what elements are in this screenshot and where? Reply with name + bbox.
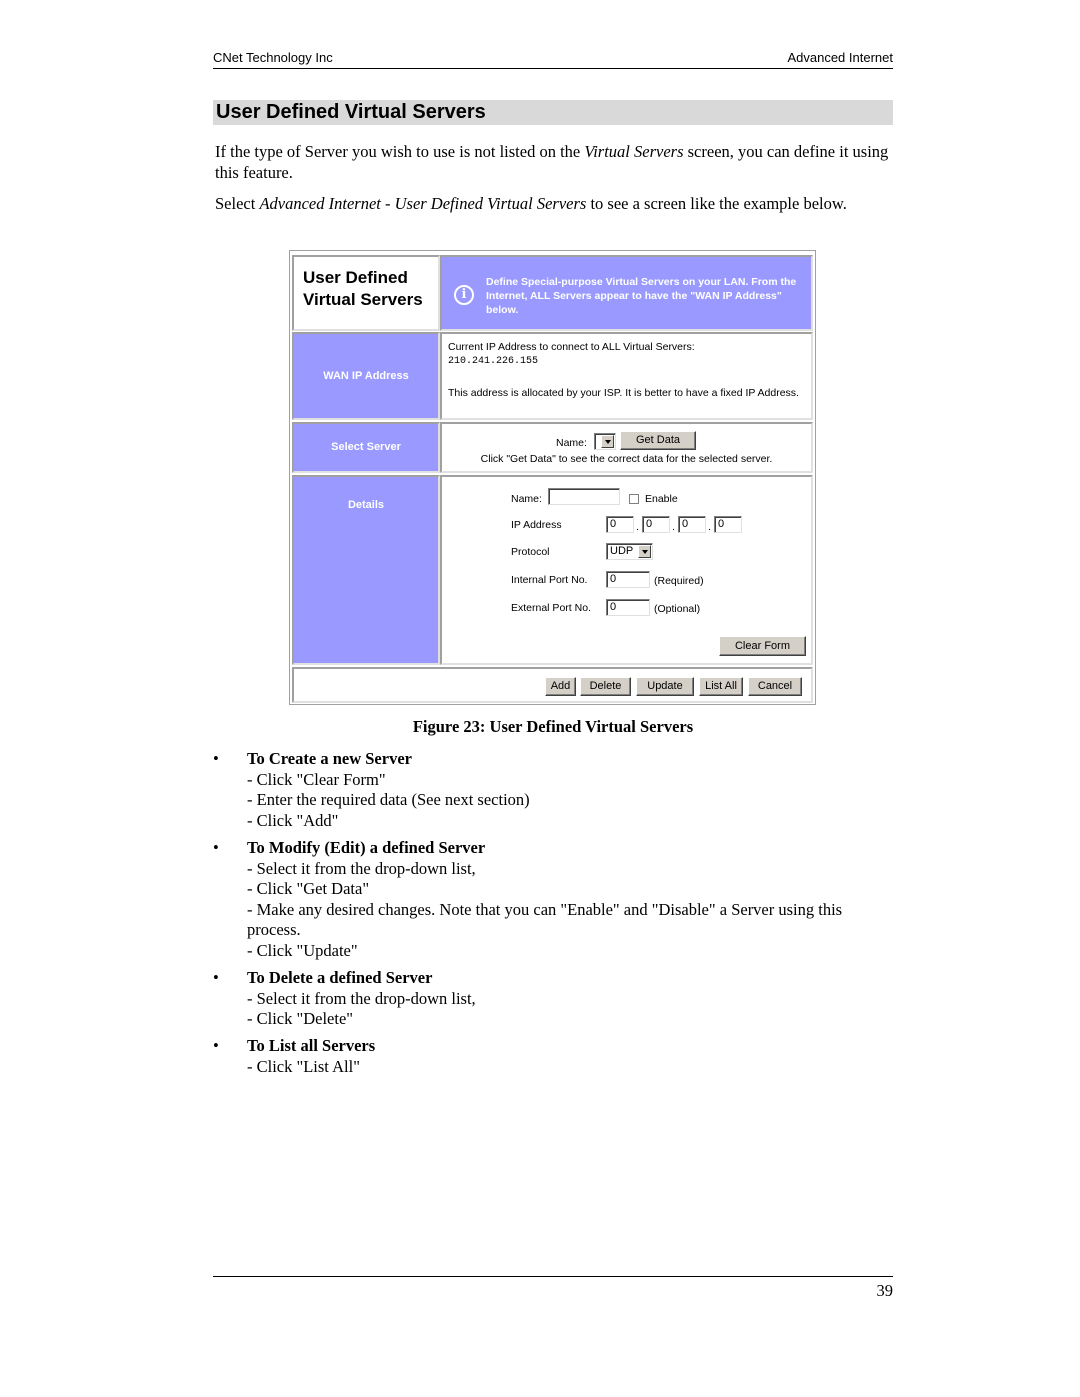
- page-header: CNet Technology Inc Advanced Internet: [213, 50, 893, 69]
- wan-ip-intro: Current IP Address to connect to ALL Vir…: [448, 341, 695, 353]
- text: to see a screen like the example below.: [586, 194, 847, 213]
- add-button[interactable]: Add: [545, 677, 576, 696]
- figure-caption: Figure 23: User Defined Virtual Servers: [412, 717, 694, 736]
- wan-ip-label: WAN IP Address: [323, 370, 409, 382]
- internal-port-input[interactable]: 0: [606, 571, 650, 588]
- bullet-line: - Click "Get Data": [247, 879, 370, 898]
- screen-title-line1: User Defined: [303, 268, 408, 287]
- screen-title: User Defined Virtual Servers: [303, 267, 423, 311]
- chevron-down-icon[interactable]: [601, 435, 614, 448]
- bullet-line: - Click "List All": [247, 1056, 360, 1076]
- bullet-line: - Enter the required data (See next sect…: [247, 790, 530, 809]
- ip-octet-1-input[interactable]: 0: [606, 516, 634, 533]
- select-server-label: Select Server: [331, 441, 401, 453]
- italic-text: Advanced Internet - User Defined Virtual…: [259, 194, 587, 213]
- external-port-input[interactable]: 0: [606, 599, 650, 616]
- chevron-down-icon[interactable]: [638, 545, 651, 558]
- bullet-icon: •: [213, 968, 219, 987]
- bullet-line: - Make any desired changes. Note that yo…: [247, 899, 843, 940]
- protocol-value: UDP: [610, 545, 634, 557]
- footer-rule: [213, 1276, 893, 1277]
- wan-ip-note: This address is allocated by your ISP. I…: [448, 387, 799, 399]
- select-server-content: Name: Get Data Click "Get Data" to see t…: [440, 422, 813, 473]
- protocol-label: Protocol: [511, 546, 550, 558]
- bullet-heading: To Create a new Server: [247, 749, 412, 768]
- cancel-button[interactable]: Cancel: [748, 677, 802, 696]
- internal-port-label: Internal Port No.: [511, 574, 588, 586]
- wan-ip-label-cell: WAN IP Address: [292, 332, 440, 420]
- wan-ip-content: Current IP Address to connect to ALL Vir…: [440, 332, 813, 420]
- ip-octet-4-input[interactable]: 0: [714, 516, 742, 533]
- select-hint: Click "Get Data" to see the correct data…: [480, 453, 773, 465]
- info-icon: i: [454, 285, 474, 305]
- screen-title-line2: Virtual Servers: [303, 290, 423, 309]
- clear-form-button[interactable]: Clear Form: [719, 636, 806, 656]
- select-name-label: Name:: [556, 437, 587, 449]
- external-port-label: External Port No.: [511, 602, 591, 614]
- bullet-line: - Click "Add": [247, 810, 339, 830]
- details-label-cell: Details: [292, 475, 440, 665]
- delete-button[interactable]: Delete: [580, 677, 631, 696]
- ip-address-label: IP Address: [511, 519, 562, 531]
- protocol-select[interactable]: UDP: [606, 543, 653, 560]
- list-all-button[interactable]: List All: [699, 677, 743, 696]
- wan-ip-value: 210.241.226.155: [448, 356, 539, 367]
- section-title: User Defined Virtual Servers: [213, 100, 893, 125]
- bullet-heading: To List all Servers: [247, 1036, 376, 1055]
- actions-row: Add Delete Update List All Cancel: [292, 667, 813, 703]
- internal-port-note: (Required): [654, 575, 704, 587]
- info-banner: i Define Special-purpose Virtual Servers…: [440, 255, 813, 331]
- enable-label: Enable: [645, 493, 678, 505]
- header-company: CNet Technology Inc: [213, 50, 333, 65]
- text: If the type of Server you wish to use is…: [215, 142, 585, 161]
- select-server-label-cell: Select Server: [292, 422, 440, 473]
- server-name-input[interactable]: [548, 488, 620, 505]
- bullet-line: - Click "Delete": [247, 1009, 354, 1028]
- bullet-icon: •: [213, 1036, 219, 1055]
- intro-paragraph-1: If the type of Server you wish to use is…: [215, 141, 895, 183]
- update-button[interactable]: Update: [636, 677, 694, 696]
- details-label: Details: [347, 499, 385, 511]
- bullet-line: - Click "Clear Form": [247, 769, 386, 789]
- external-port-note: (Optional): [654, 603, 701, 615]
- italic-text: Virtual Servers: [584, 142, 684, 161]
- bullet-icon: •: [213, 838, 219, 857]
- ip-octet-2-input[interactable]: 0: [642, 516, 670, 533]
- server-name-select[interactable]: [594, 433, 616, 450]
- router-screenshot: User Defined Virtual Servers i Define Spe…: [289, 250, 816, 705]
- enable-checkbox[interactable]: [629, 494, 639, 504]
- info-text: Define Special-purpose Virtual Servers o…: [486, 276, 797, 316]
- header-chapter: Advanced Internet: [787, 50, 893, 65]
- bullet-line: - Select it from the drop-down list,: [247, 858, 476, 878]
- ip-dot: .: [708, 521, 711, 533]
- details-name-label: Name:: [511, 493, 542, 505]
- page-number: 39: [876, 1281, 894, 1300]
- bullet-line: - Click "Update": [247, 940, 358, 960]
- bullet-heading: To Delete a defined Server: [247, 968, 433, 987]
- ip-dot: .: [672, 521, 675, 533]
- ip-octet-3-input[interactable]: 0: [678, 516, 706, 533]
- get-data-button[interactable]: Get Data: [620, 431, 696, 450]
- bullet-icon: •: [213, 749, 219, 768]
- screen-title-cell: User Defined Virtual Servers: [292, 255, 440, 331]
- bullet-heading: To Modify (Edit) a defined Server: [247, 838, 486, 857]
- bullet-line: - Select it from the drop-down list,: [247, 988, 476, 1008]
- intro-paragraph-2: Select Advanced Internet - User Defined …: [215, 193, 895, 214]
- text: Select: [215, 194, 260, 213]
- details-content: Name: Enable IP Address 0 . 0 . 0 . 0 Pr…: [440, 475, 813, 665]
- ip-dot: .: [636, 521, 639, 533]
